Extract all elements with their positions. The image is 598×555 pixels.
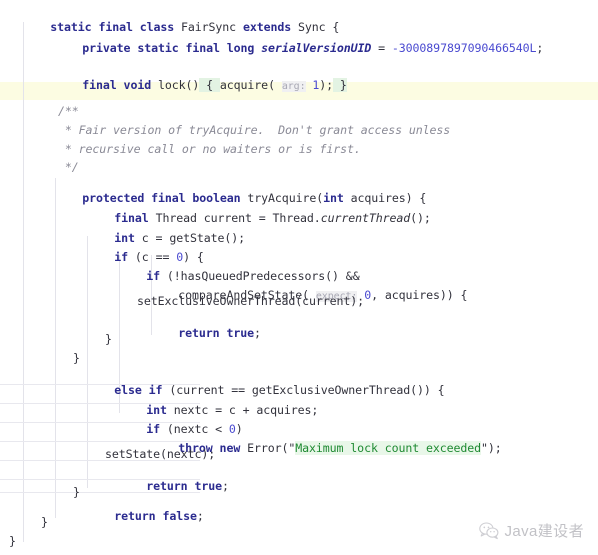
code-line[interactable]: return true; [137, 314, 261, 353]
token-identifier: ); [319, 78, 334, 92]
parameter-hint: arg: [281, 81, 306, 92]
token-identifier: Error( [240, 441, 289, 455]
token-keyword: return true [146, 479, 222, 493]
token-keyword: final void [82, 78, 152, 92]
token-identifier: ); [487, 441, 502, 455]
token-punct: " [481, 441, 488, 455]
token-punct: ; [536, 41, 544, 55]
code-line-comment[interactable]: */ [58, 161, 79, 174]
watermark: Java建设者 [478, 520, 585, 541]
code-line-comment[interactable]: * recursive call or no waiters or is fir… [58, 143, 361, 156]
token-field: serialVersionUID [254, 41, 372, 55]
token-number: -3000897897090466540L [391, 41, 537, 55]
token-keyword: return true [178, 326, 254, 340]
token-keyword: return false [114, 509, 197, 523]
code-line[interactable]: final void lock() { acquire( arg: 1); } [41, 66, 347, 106]
token-identifier: ; [221, 479, 229, 493]
indent-guide [55, 178, 56, 518]
token-keyword: private static final long [82, 41, 255, 55]
token-identifier: acquire( [219, 78, 282, 92]
token-static-method: currentThread [320, 211, 411, 225]
matched-brace-highlight: { [199, 78, 220, 92]
code-line-comment[interactable]: * Fair version of tryAcquire. Don't gran… [58, 124, 450, 137]
code-line[interactable]: } [73, 352, 80, 365]
matched-brace-highlight: } [333, 78, 347, 92]
code-line[interactable]: private static final long serialVersionU… [41, 29, 543, 68]
indent-guide [23, 22, 24, 542]
code-line[interactable]: } [105, 333, 112, 346]
watermark-text: Java建设者 [504, 523, 584, 540]
token-identifier: , acquires)) { [371, 288, 468, 302]
token-identifier: ; [196, 509, 204, 523]
code-editor-view: static final class FairSync extends Sync… [0, 0, 598, 555]
token-number: 1 [305, 78, 320, 92]
token-identifier: (); [410, 211, 431, 225]
code-line[interactable]: setState(nextc); [105, 448, 215, 461]
code-line-comment[interactable]: /** [58, 105, 79, 118]
wechat-icon [478, 521, 498, 539]
token-string: Maximum lock count exceeded [295, 441, 482, 455]
code-line[interactable]: return false; [73, 497, 204, 536]
code-line[interactable]: setExclusiveOwnerThread(current); [137, 295, 364, 308]
code-line[interactable]: } [9, 535, 16, 548]
code-line[interactable]: } [41, 516, 48, 529]
token-identifier: ; [253, 326, 261, 340]
token-punct: = [371, 41, 392, 55]
token-identifier: lock() [151, 78, 200, 92]
